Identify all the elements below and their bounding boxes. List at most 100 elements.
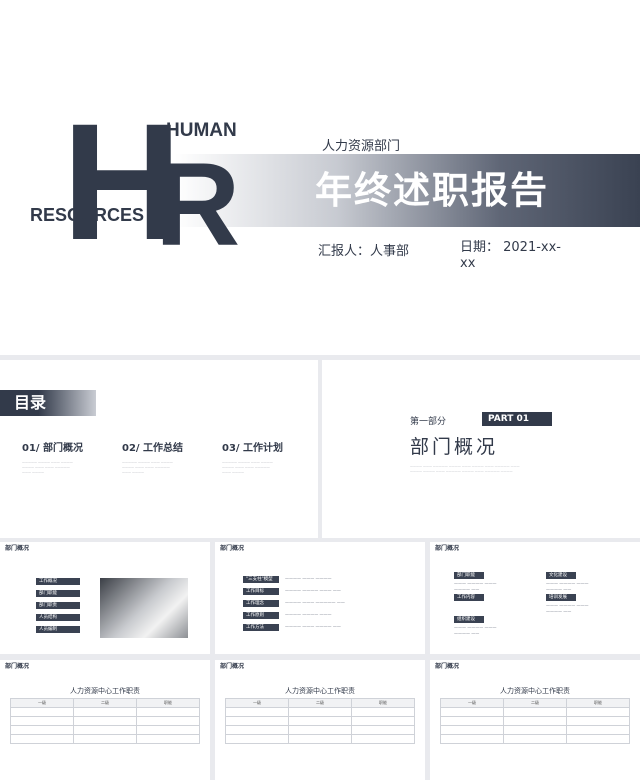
duty-table: 一级 二级 职能 xyxy=(225,698,415,744)
table-cell xyxy=(566,725,630,735)
pill-label: 工作内容 xyxy=(454,594,484,601)
table-cell xyxy=(440,725,504,735)
table-cell xyxy=(136,734,200,744)
pill-label: 工作方法 xyxy=(243,624,279,631)
table-cell xyxy=(503,734,567,744)
table-cell xyxy=(73,707,137,717)
thumb-slide-2[interactable]: 部门概况 "三支柱"模型 工作目标 工作理念 工作原则 工作方法 ———— ——… xyxy=(215,542,425,654)
part-badge: PART 01 xyxy=(482,412,552,426)
section-title: 部门概况 xyxy=(410,436,499,458)
reporter-label: 汇报人：人事部 xyxy=(318,244,410,259)
table-cell xyxy=(566,707,630,717)
thumb-header: 部门概况 xyxy=(435,663,460,670)
pill-label: 工作原则 xyxy=(243,612,279,619)
col-header: 二级 xyxy=(288,698,352,708)
pill-label: 工作理念 xyxy=(243,600,279,607)
table-cell xyxy=(225,725,289,735)
table-title: 人力资源中心工作职责 xyxy=(500,687,570,695)
toc-item-desc-lines: ————— ———— ——— ———— ———— ——— ——— ————— ———… xyxy=(222,460,273,474)
table-cell xyxy=(136,716,200,726)
table-cell xyxy=(73,725,137,735)
title-slide[interactable]: H R HUMAN RESOURCES 人力资源部门 年终述职报告 汇报人：人事… xyxy=(0,0,640,355)
pill-label: 人员结构 xyxy=(36,614,80,621)
table-cell xyxy=(351,716,415,726)
pill-label: 组织建设 xyxy=(454,616,484,623)
thumb-header: 部门概况 xyxy=(220,663,245,670)
toc-slide[interactable]: 目录 01/ 部门概况 ————— ———— ——— ———— ———— ——— … xyxy=(0,360,318,538)
col-header: 职能 xyxy=(136,698,200,708)
col-header: 一级 xyxy=(10,698,74,708)
table-cell xyxy=(225,707,289,717)
table-cell xyxy=(440,734,504,744)
table-cell xyxy=(351,734,415,744)
pill-label: 部门职能 xyxy=(454,572,484,579)
thumb-header: 部门概况 xyxy=(220,545,245,552)
table-cell xyxy=(503,716,567,726)
table-cell xyxy=(503,725,567,735)
toc-item-1[interactable]: 01/ 部门概况 ————— ———— ——— ———— ———— ——— ———… xyxy=(22,442,117,475)
date-label: 日期： 2021-xx-xx xyxy=(460,240,561,271)
human-text: HUMAN xyxy=(166,120,237,141)
col-header: 二级 xyxy=(503,698,567,708)
table-cell xyxy=(288,707,352,717)
thumb-table-2[interactable]: 部门概况 人力资源中心工作职责 一级 二级 职能 xyxy=(215,660,425,780)
section-slide[interactable]: 第一部分 PART 01 部门概况 ———— ——— ————— ———— ——… xyxy=(322,360,640,538)
table-cell xyxy=(503,707,567,717)
toc-item-2[interactable]: 02/ 工作总结 ————— ———— ——— ———— ———— ——— ———… xyxy=(122,442,217,475)
section-label: 第一部分 xyxy=(410,417,447,427)
pill-label: 部门职能 xyxy=(36,590,80,597)
table-cell xyxy=(288,734,352,744)
col-header: 二级 xyxy=(73,698,137,708)
thumb-slide-3[interactable]: 部门概况 部门职能 工作内容 组织建设 文化建设 培训发展 ——— ———— —… xyxy=(430,542,640,654)
table-cell xyxy=(225,716,289,726)
thumb-table-3[interactable]: 部门概况 人力资源中心工作职责 一级 二级 职能 xyxy=(430,660,640,780)
pill-label: 文化建设 xyxy=(546,572,576,579)
table-cell xyxy=(566,734,630,744)
table-cell xyxy=(10,707,74,717)
table-cell xyxy=(10,734,74,744)
thumb-slide-1[interactable]: 部门概况 工作概况 部门职能 部门职责 人员结构 人员编制 xyxy=(0,542,210,654)
table-cell xyxy=(288,716,352,726)
col-header: 职能 xyxy=(566,698,630,708)
section-desc-lines: ———— ——— ————— ———— ——— ———— ——— ————— —… xyxy=(410,464,520,473)
table-cell xyxy=(136,725,200,735)
table-cell xyxy=(10,725,74,735)
table-cell xyxy=(10,716,74,726)
thumb-header: 部门概况 xyxy=(435,545,460,552)
pill-label: 工作目标 xyxy=(243,588,279,595)
table-cell xyxy=(288,725,352,735)
pill-label: "三支柱"模型 xyxy=(243,576,279,583)
desc-lines: ——— ———— ——— ———— —— xyxy=(454,581,497,592)
resources-text: RESOURCES xyxy=(30,205,145,225)
table-cell xyxy=(440,716,504,726)
toc-item-label: 02/ 工作总结 xyxy=(122,443,184,454)
desc-lines: ——— ———— ——— ———— —— xyxy=(454,625,497,636)
thumb-table-1[interactable]: 部门概况 人力资源中心工作职责 一级 二级 职能 xyxy=(0,660,210,780)
photo-image xyxy=(100,578,188,638)
toc-item-label: 01/ 部门概况 xyxy=(22,443,84,454)
col-header: 一级 xyxy=(440,698,504,708)
report-title: 年终述职报告 xyxy=(315,169,549,212)
col-header: 一级 xyxy=(225,698,289,708)
toc-heading-bar: 目录 xyxy=(0,390,96,416)
thumb-header: 部门概况 xyxy=(5,545,30,552)
thumb-header: 部门概况 xyxy=(5,663,30,670)
pill-label: 人员编制 xyxy=(36,626,80,633)
toc-item-3[interactable]: 03/ 工作计划 ————— ———— ——— ———— ———— ——— ———… xyxy=(222,442,317,475)
pill-label: 培训发展 xyxy=(546,594,576,601)
duty-table: 一级 二级 职能 xyxy=(10,698,200,744)
table-cell xyxy=(351,707,415,717)
desc-lines: ———— ——— ———— ———— ———— ——— —— ———— ——— ——… xyxy=(285,576,345,629)
table-cell xyxy=(351,725,415,735)
table-title: 人力资源中心工作职责 xyxy=(70,687,140,695)
duty-table: 一级 二级 职能 xyxy=(440,698,630,744)
table-cell xyxy=(73,716,137,726)
table-cell xyxy=(73,734,137,744)
pill-label: 工作概况 xyxy=(36,578,80,585)
toc-heading: 目录 xyxy=(14,393,47,412)
desc-lines: ——— ———— ——— ———— —— xyxy=(546,581,589,592)
table-cell xyxy=(440,707,504,717)
desc-lines: ——— ———— ——— ———— —— xyxy=(546,603,589,614)
pill-label: 部门职责 xyxy=(36,602,80,609)
hr-letter-r: R xyxy=(155,139,241,271)
